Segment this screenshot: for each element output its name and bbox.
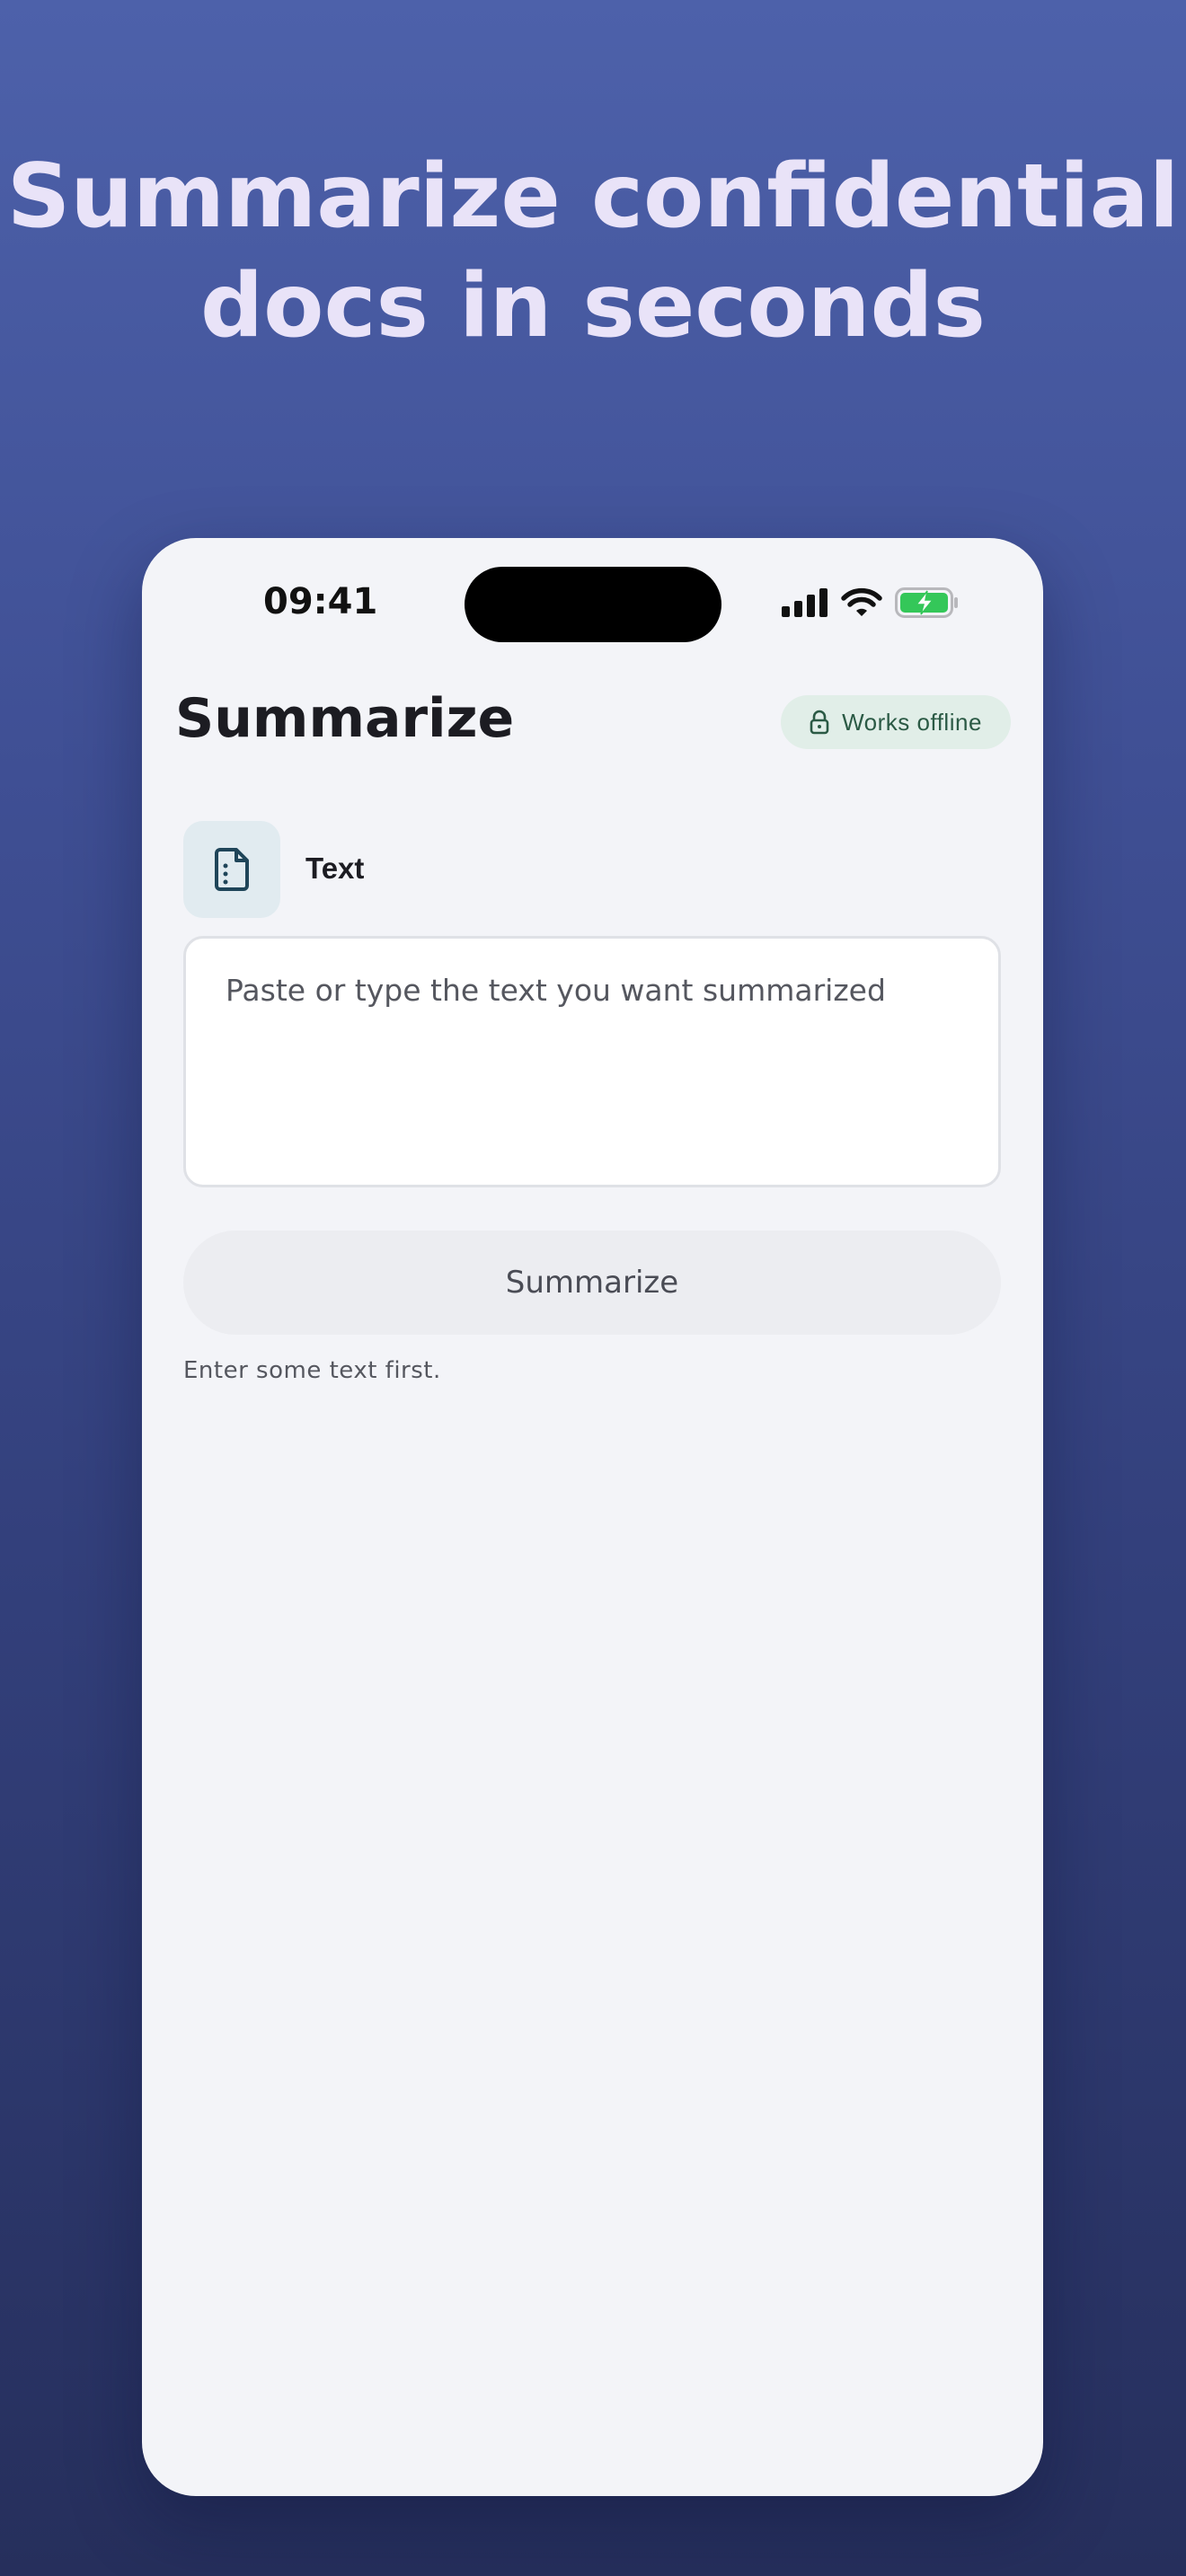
cellular-signal-icon xyxy=(782,588,828,617)
helper-hint: Enter some text first. xyxy=(183,1357,441,1384)
headline-line-2: docs in seconds xyxy=(200,255,986,357)
page-title: Summarize xyxy=(175,687,515,750)
text-input-container xyxy=(183,936,1001,1187)
marketing-headline: Summarize confidential docs in seconds xyxy=(0,142,1186,361)
lock-icon xyxy=(810,710,829,735)
phone-screen: 09:41 Summarize Works offline Text Paste… xyxy=(142,538,1043,2496)
document-icon xyxy=(215,848,249,891)
wifi-icon xyxy=(841,587,882,616)
summarize-button[interactable]: Summarize xyxy=(183,1231,1001,1335)
offline-badge: Works offline xyxy=(781,695,1011,749)
dynamic-island xyxy=(465,567,721,642)
status-icons xyxy=(782,585,960,621)
status-time: 09:41 xyxy=(263,581,378,622)
text-input[interactable] xyxy=(226,973,959,1151)
offline-badge-label: Works offline xyxy=(842,708,982,736)
text-source-icon-box xyxy=(183,821,280,918)
text-source-label: Text xyxy=(305,851,365,885)
headline-line-1: Summarize confidential xyxy=(6,146,1180,248)
battery-charging-icon xyxy=(895,587,958,618)
